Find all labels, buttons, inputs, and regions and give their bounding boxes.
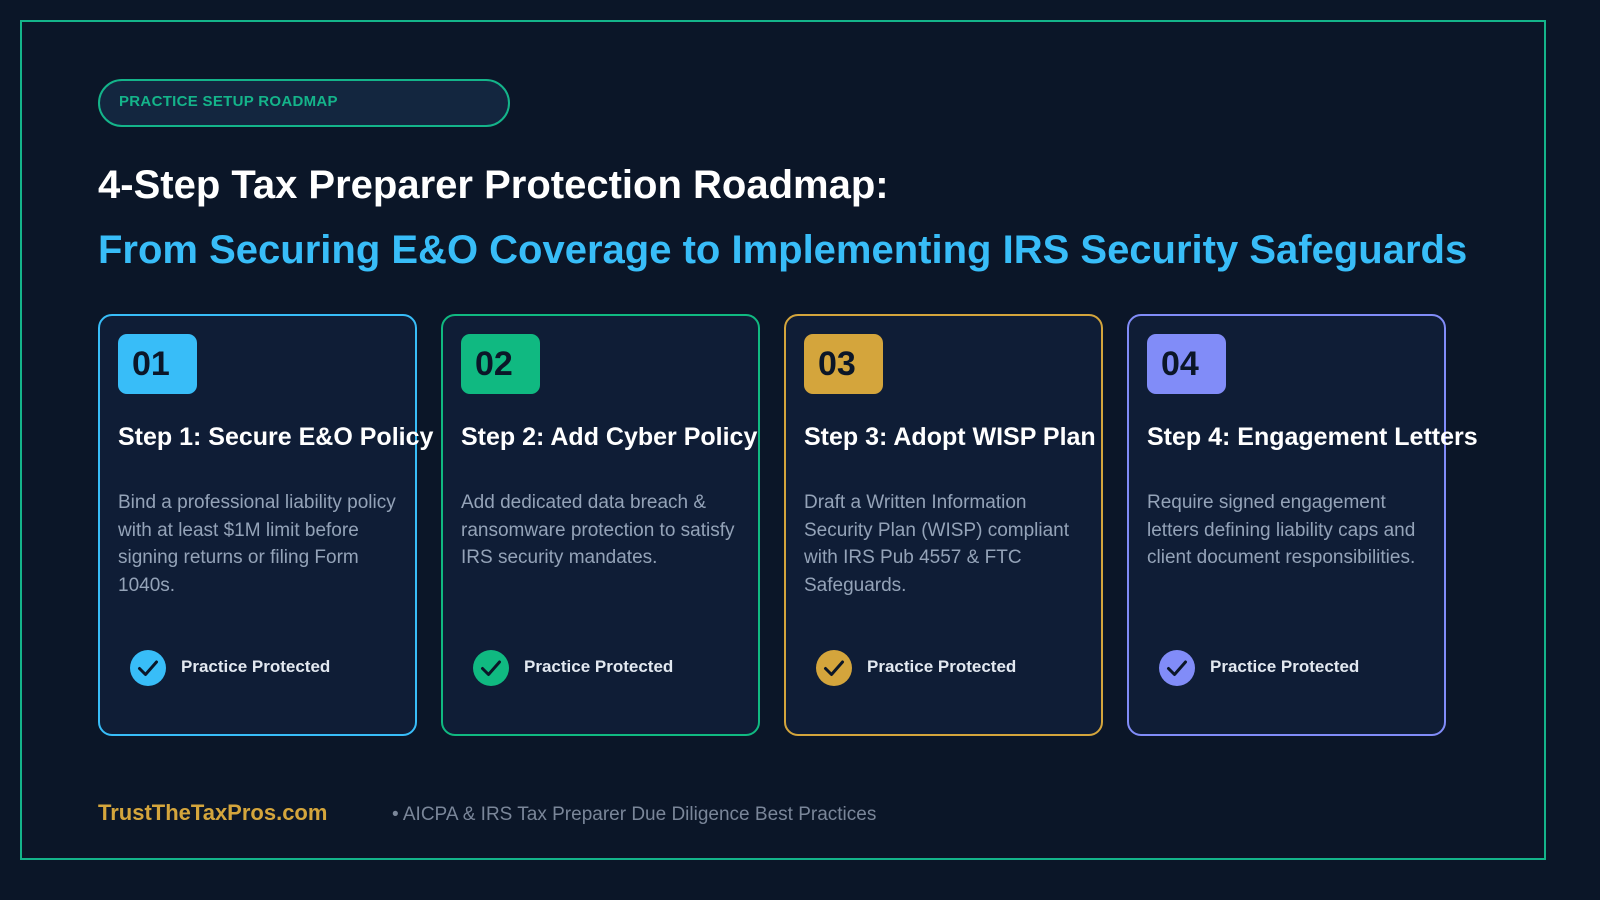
- step-number-badge: 04: [1147, 334, 1226, 394]
- status-label: Practice Protected: [1210, 657, 1360, 676]
- step-description: Require signed engagement letters defini…: [1147, 492, 1416, 568]
- step-card-1: 01 Step 1: Secure E&O Policy Bind a prof…: [98, 314, 433, 736]
- step-card-2: 02 Step 2: Add Cyber Policy Add dedicate…: [441, 314, 760, 736]
- step-title: Step 2: Add Cyber Policy: [461, 423, 758, 451]
- page-subtitle: From Securing E&O Coverage to Implementi…: [98, 228, 1468, 272]
- step-description: Draft a Written Information Security Pla…: [804, 492, 1070, 596]
- page-title: 4-Step Tax Preparer Protection Roadmap:: [98, 163, 889, 207]
- step-title: Step 3: Adopt WISP Plan: [804, 423, 1096, 451]
- step-number-badge: 02: [461, 334, 540, 394]
- footer-note: • AICPA & IRS Tax Preparer Due Diligence…: [392, 804, 877, 825]
- step-title: Step 1: Secure E&O Policy: [118, 423, 434, 451]
- section-badge: PRACTICE SETUP ROADMAP: [98, 79, 510, 127]
- step-card-4: 04 Step 4: Engagement Letters Require si…: [1127, 314, 1478, 736]
- footer-brand-link[interactable]: TrustTheTaxPros.com: [98, 798, 327, 828]
- check-circle-icon: [473, 650, 509, 686]
- step-card-3: 03 Step 3: Adopt WISP Plan Draft a Writt…: [784, 314, 1103, 736]
- check-circle-icon: [130, 650, 166, 686]
- check-circle-icon: [1159, 650, 1195, 686]
- step-number-badge: 01: [118, 334, 197, 394]
- check-circle-icon: [816, 650, 852, 686]
- status-label: Practice Protected: [524, 657, 674, 676]
- status-label: Practice Protected: [867, 657, 1017, 676]
- step-title: Step 4: Engagement Letters: [1147, 423, 1478, 451]
- status-label: Practice Protected: [181, 657, 331, 676]
- step-number-badge: 03: [804, 334, 883, 394]
- step-description: Bind a professional liability policy wit…: [118, 492, 396, 596]
- step-description: Add dedicated data breach & ransomware p…: [461, 492, 735, 568]
